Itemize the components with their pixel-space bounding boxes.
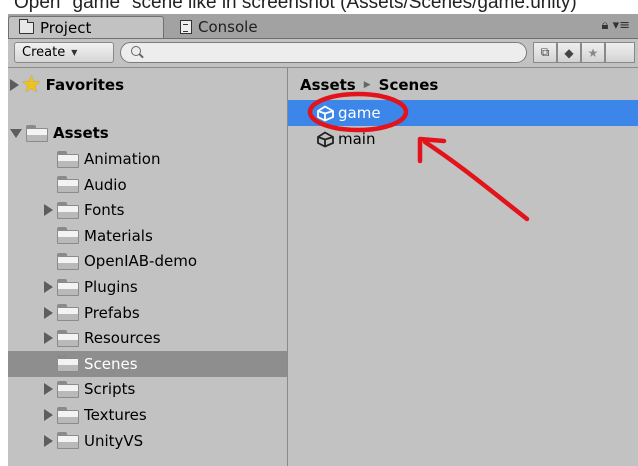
asset-label: main bbox=[338, 130, 376, 148]
expand-arrow-icon[interactable] bbox=[44, 332, 53, 345]
search-icon bbox=[131, 46, 141, 56]
breadcrumb: Assets ▶ Scenes bbox=[300, 76, 438, 94]
favorites-star-button[interactable]: ★ bbox=[581, 42, 605, 63]
folder-label: Textures bbox=[84, 406, 147, 424]
folder-label: Prefabs bbox=[84, 303, 140, 322]
folder-label: UnityVS bbox=[84, 431, 144, 450]
folder-icon bbox=[56, 406, 80, 424]
expand-arrow-icon[interactable] bbox=[44, 409, 53, 421]
folder-label: OpenIAB-demo bbox=[84, 252, 197, 271]
sidebar-folder-plugins[interactable]: Plugins bbox=[8, 274, 287, 300]
sidebar-folder-textures[interactable]: Textures bbox=[8, 402, 287, 428]
breadcrumb-scenes[interactable]: Scenes bbox=[379, 76, 439, 94]
folder-icon bbox=[56, 150, 80, 168]
asset-browser: Assets ▶ Scenes game main bbox=[288, 68, 638, 466]
breadcrumb-separator-icon: ▶ bbox=[363, 80, 371, 90]
folder-icon bbox=[18, 18, 34, 34]
folder-label: Resources bbox=[84, 329, 161, 348]
folder-icon bbox=[56, 201, 80, 219]
folder-label: Plugins bbox=[84, 278, 138, 296]
asset-label: game bbox=[338, 104, 381, 122]
folder-icon bbox=[56, 432, 80, 450]
sidebar-folder-openiab-demo[interactable]: OpenIAB-demo bbox=[8, 248, 287, 274]
folder-label: Fonts bbox=[84, 201, 125, 220]
expand-arrow-icon[interactable] bbox=[44, 306, 53, 319]
sidebar-folder-animation[interactable]: Animation bbox=[8, 146, 287, 172]
create-dropdown-button[interactable]: Create ▼ bbox=[14, 42, 114, 63]
folder-icon bbox=[56, 278, 80, 296]
filter-by-label-button[interactable]: ◆ bbox=[557, 42, 581, 63]
favorites-row[interactable]: ★ Favorites bbox=[8, 72, 287, 98]
create-label: Create bbox=[22, 45, 66, 60]
asset-item-game[interactable]: game bbox=[288, 100, 638, 126]
collapse-arrow-icon bbox=[10, 128, 22, 138]
folder-icon bbox=[25, 124, 49, 142]
tab-console[interactable]: Console bbox=[170, 16, 320, 38]
folder-icon bbox=[56, 227, 80, 245]
folder-label: Scripts bbox=[84, 380, 136, 399]
expand-arrow-icon bbox=[10, 79, 19, 91]
sidebar-folder-audio[interactable]: Audio bbox=[8, 172, 287, 198]
asset-item-main[interactable]: main bbox=[288, 126, 638, 152]
folder-icon bbox=[56, 355, 80, 373]
folder-icon bbox=[56, 252, 80, 270]
project-toolbar: Create ▼ ⧉ ◆ ★ bbox=[8, 39, 638, 68]
folder-label: Animation bbox=[84, 150, 161, 168]
tab-project[interactable]: Project bbox=[8, 16, 164, 38]
folder-label: Audio bbox=[84, 175, 127, 194]
expand-arrow-icon[interactable] bbox=[44, 281, 53, 293]
unity-scene-icon bbox=[316, 130, 335, 148]
tab-label: Project bbox=[40, 18, 92, 37]
sidebar-folder-unityvs[interactable]: UnityVS bbox=[8, 428, 287, 454]
chevron-down-icon: ▼ bbox=[71, 48, 78, 57]
expand-arrow-icon[interactable] bbox=[44, 204, 53, 217]
star-icon: ★ bbox=[21, 71, 42, 98]
sidebar-folder-scripts[interactable]: Scripts bbox=[8, 376, 287, 402]
caption-text: Open "game" scene like in screenshot (As… bbox=[14, 0, 577, 13]
folder-tree: ★ Favorites Assets Animation Audio Fonts Ma… bbox=[8, 68, 287, 466]
unity-scene-icon bbox=[316, 104, 335, 122]
tab-bar: Project Console 🔒︎ ▾≡ bbox=[8, 14, 638, 39]
console-icon bbox=[180, 20, 192, 34]
sidebar-folder-materials[interactable]: Materials bbox=[8, 223, 287, 249]
filter-type-icon: ⧉ bbox=[540, 45, 550, 59]
panel-menu-icon[interactable]: 🔒︎ ▾≡ bbox=[602, 18, 630, 33]
toolbar-overflow bbox=[605, 42, 635, 63]
expand-arrow-icon[interactable] bbox=[44, 434, 53, 447]
breadcrumb-assets[interactable]: Assets bbox=[300, 76, 356, 94]
tab-label: Console bbox=[198, 18, 258, 36]
label-tag-icon: ◆ bbox=[564, 45, 574, 60]
sidebar-folder-fonts[interactable]: Fonts bbox=[8, 197, 287, 223]
folder-icon bbox=[56, 176, 80, 194]
favorites-label: Favorites bbox=[45, 76, 125, 94]
folder-icon bbox=[56, 304, 80, 322]
sidebar-folder-scenes[interactable]: Scenes bbox=[8, 350, 287, 377]
search-input[interactable] bbox=[120, 42, 527, 63]
page-caption: Open "game" scene like in screenshot (As… bbox=[0, 0, 638, 14]
sidebar-folder-prefabs[interactable]: Prefabs bbox=[8, 300, 287, 326]
assets-label: Assets bbox=[53, 124, 109, 142]
sidebar-folder-resources[interactable]: Resources bbox=[8, 325, 287, 351]
folder-label: Materials bbox=[84, 226, 153, 245]
star-icon: ★ bbox=[587, 45, 599, 60]
folder-icon bbox=[56, 329, 80, 347]
expand-arrow-icon[interactable] bbox=[44, 383, 53, 396]
filter-by-type-button[interactable]: ⧉ bbox=[533, 42, 557, 63]
assets-row[interactable]: Assets bbox=[8, 120, 287, 146]
folder-icon bbox=[56, 380, 80, 398]
folder-label: Scenes bbox=[84, 354, 138, 373]
